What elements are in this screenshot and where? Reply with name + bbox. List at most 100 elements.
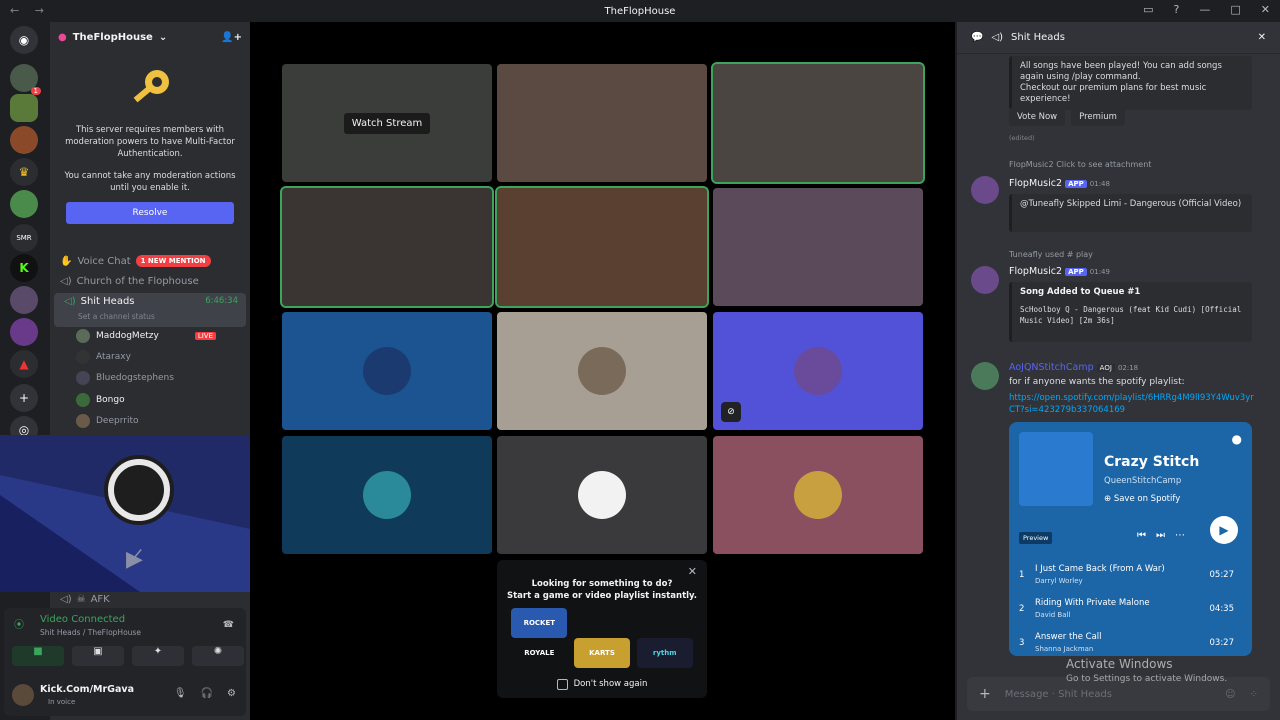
track-row[interactable]: 2 Riding With Private Malone David Ball 04:… (1019, 598, 1244, 626)
video-tile[interactable] (497, 64, 707, 182)
voice-location[interactable]: Shit Heads / TheFlopHouse (40, 628, 141, 637)
emoji-icon[interactable]: ☺ (1225, 689, 1235, 700)
channel-afk[interactable]: ◁) ☠ AFK (50, 589, 250, 609)
watch-stream-button[interactable]: Watch Stream (343, 112, 431, 134)
message-input[interactable]: Message · Shit Heads (1005, 689, 1112, 700)
author-name[interactable]: FlopMusic2 (1009, 178, 1062, 189)
chat-channel-name: Shit Heads (1011, 32, 1065, 43)
voice-tile[interactable]: ⊘ (713, 312, 923, 430)
timestamp: 01:49 (1089, 268, 1110, 276)
save-on-spotify-button[interactable]: ⊕ Save on Spotify (1104, 494, 1180, 504)
track-duration: 04:35 (1209, 604, 1235, 614)
apps-icon[interactable]: ⁘ (1250, 689, 1258, 700)
playlist-title[interactable]: Crazy Stitch (1104, 454, 1199, 470)
chat-header: 💬 ◁) Shit Heads ✕ (957, 22, 1280, 54)
video-tile[interactable] (495, 186, 709, 308)
crown-icon[interactable]: ♛ (10, 158, 38, 186)
activities-button[interactable]: ✦ (132, 646, 184, 666)
activity-rocket-royale[interactable]: ROCKET ROYALE (511, 608, 568, 657)
mic-icon[interactable]: 🎙 (174, 688, 187, 699)
more-icon[interactable]: ⋯ (1175, 530, 1185, 541)
server-icon[interactable] (10, 190, 38, 218)
camera-button[interactable]: ■ (12, 646, 64, 666)
server-icon[interactable]: SMR (10, 224, 38, 252)
premium-button[interactable]: Premium (1071, 108, 1125, 126)
next-icon[interactable]: ⏭ (1156, 530, 1165, 541)
voice-member[interactable]: Deeprrito (76, 411, 139, 431)
kick-icon[interactable]: K (10, 254, 38, 282)
voice-tile[interactable] (282, 436, 492, 554)
channel-status-hint[interactable]: Set a channel status (78, 312, 155, 321)
activity-rythm[interactable]: rythm (636, 638, 693, 668)
reply-reference[interactable]: Tuneafly used # play (1009, 250, 1093, 259)
voice-tile[interactable] (713, 436, 923, 554)
invite-icon[interactable]: 👤+ (221, 32, 242, 43)
help-icon[interactable]: ? (1174, 3, 1180, 16)
screen-share-button[interactable]: ▣ (72, 646, 124, 666)
resolve-button[interactable]: Resolve (66, 202, 234, 224)
inbox-icon[interactable]: ▭ (1143, 3, 1153, 16)
voice-tile[interactable] (497, 436, 707, 554)
spotify-icon[interactable]: ● (1232, 432, 1242, 446)
gear-icon[interactable]: ⚙ (227, 688, 236, 699)
server-icon[interactable] (10, 94, 38, 122)
voice-member[interactable]: Ataraxy (76, 347, 131, 367)
voice-member[interactable]: Bongo (76, 390, 125, 410)
add-attachment-icon[interactable]: + (979, 686, 991, 702)
channel-voice-chat[interactable]: ✋ Voice Chat 1 NEW MENTION (50, 251, 250, 271)
voice-member[interactable]: Bluedogstephens (76, 368, 174, 388)
prev-icon[interactable]: ⏮ (1137, 530, 1146, 541)
title-bar: ← → TheFlopHouse ▭ ? — □ ✕ (0, 0, 1280, 22)
avatar[interactable] (971, 362, 999, 390)
close-icon[interactable]: ✕ (1261, 3, 1270, 16)
server-header-icon: ● (58, 31, 67, 43)
activity-karts[interactable]: KARTS (574, 638, 630, 668)
server-icon[interactable]: 1 (10, 64, 41, 95)
track-title: Answer the Call (1035, 632, 1102, 642)
dont-show-row[interactable]: Don't show again (497, 678, 707, 690)
member-name: MaddogMetzy (96, 331, 159, 341)
play-button[interactable]: ▶ (1210, 516, 1238, 544)
avatar[interactable] (971, 176, 999, 204)
add-server-icon[interactable]: + (10, 384, 38, 412)
voice-member[interactable]: MaddogMetzy LIVE (76, 326, 216, 346)
video-tile[interactable] (711, 62, 925, 184)
server-icon[interactable] (10, 318, 38, 346)
mention-badge[interactable]: 1 NEW MENTION (135, 255, 211, 267)
playlist-owner[interactable]: QueenStitchCamp (1104, 476, 1181, 486)
disconnect-icon[interactable]: ☎ (223, 620, 234, 630)
server-icon[interactable] (10, 286, 38, 314)
video-tile[interactable] (713, 188, 923, 306)
channel-church[interactable]: ◁) Church of the Flophouse (50, 271, 250, 291)
track-row[interactable]: 1 I Just Came Back (From A War) Darryl Wor… (1019, 564, 1244, 592)
close-icon[interactable]: ✕ (1258, 32, 1266, 43)
soundboard-button[interactable]: ✺ (192, 646, 244, 666)
author-name[interactable]: AoJQNStitchCamp (1009, 362, 1094, 373)
voice-tile[interactable] (282, 312, 492, 430)
channel-shit-heads[interactable]: ◁) Shit Heads 6:46:34 (54, 293, 246, 327)
video-tile-stream[interactable]: Watch Stream (282, 64, 492, 182)
maximize-icon[interactable]: □ (1230, 3, 1240, 16)
playlist-cover[interactable] (1019, 432, 1093, 506)
dont-show-checkbox[interactable] (556, 678, 568, 690)
vote-now-button[interactable]: Vote Now (1009, 108, 1066, 126)
headphones-icon[interactable]: 🎧 (201, 688, 213, 699)
author-name[interactable]: FlopMusic2 (1009, 266, 1062, 277)
playlist-link[interactable]: https://open.spotify.com/playlist/6HRRg4… (1009, 392, 1254, 416)
server-icon[interactable] (10, 126, 38, 154)
server-icon[interactable]: ▲ (10, 350, 38, 378)
voice-tile[interactable] (497, 312, 707, 430)
minimize-icon[interactable]: — (1199, 3, 1210, 16)
server-header[interactable]: ● TheFlopHouse ⌄ 👤+ (50, 22, 250, 52)
discord-home-icon[interactable]: ◉ (10, 26, 38, 54)
channel-label: Church of the Flophouse (76, 275, 199, 287)
video-tile[interactable] (280, 186, 494, 308)
voice-status[interactable]: Video Connected (40, 614, 125, 625)
reply-reference[interactable]: FlopMusic2 Click to see attachment (1009, 160, 1151, 169)
avatar[interactable] (971, 266, 999, 294)
track-row[interactable]: 3 Answer the Call Shanna Jackman 03:27 (1019, 632, 1244, 656)
close-icon[interactable]: ✕ (688, 566, 697, 578)
history-nav[interactable]: ← → (10, 4, 50, 17)
avatar[interactable] (12, 684, 34, 706)
avatar (76, 393, 90, 407)
